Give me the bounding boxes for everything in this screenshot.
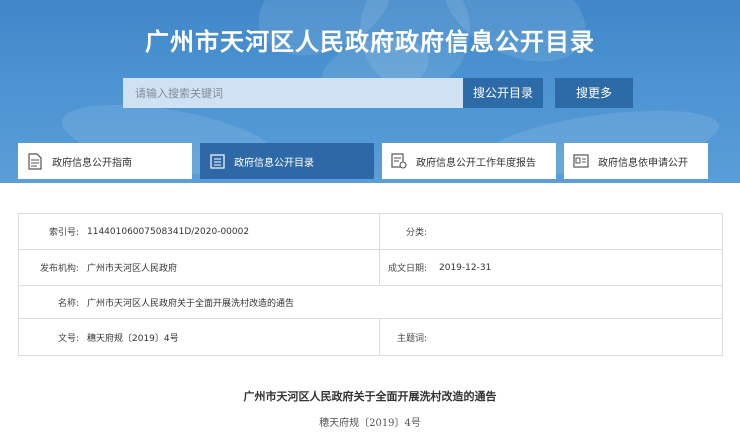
date-label: 成文日期:	[387, 264, 427, 274]
date-value: 2019-12-31	[439, 262, 492, 273]
tab-label: 政府信息公开目录	[234, 157, 314, 169]
tab-application-disclosure[interactable]: 政府信息依申请公开	[564, 143, 708, 179]
publisher-value: 广州市天河区人民政府	[87, 264, 178, 274]
search-input[interactable]	[123, 78, 463, 108]
category-label: 分类:	[405, 228, 427, 238]
report-icon	[390, 151, 408, 171]
index-value: 11440106007508341D/2020-00002	[87, 226, 250, 237]
tab-label: 政府信息公开工作年度报告	[416, 157, 536, 169]
subject-label: 主题词:	[396, 333, 427, 344]
meta-row: 名称: 广州市天河区人民政府关于全面开展洗村改造的通告	[19, 286, 722, 319]
publisher-label: 发布机构:	[39, 264, 79, 274]
docno-value: 穗天府规〔2019〕4号	[87, 333, 179, 344]
tab-disclosure-guide[interactable]: 政府信息公开指南	[18, 143, 192, 179]
meta-row: 发布机构: 广州市天河区人民政府 成文日期: 2019-12-31	[19, 250, 722, 286]
search-more-button[interactable]: 搜更多	[555, 78, 633, 108]
tab-disclosure-catalog[interactable]: 政府信息公开目录	[200, 143, 374, 179]
docno-label: 文号:	[57, 333, 79, 344]
meta-row: 索引号: 11440106007508341D/2020-00002 分类:	[19, 214, 722, 250]
search-catalog-button[interactable]: 搜公开目录	[463, 78, 543, 108]
name-label: 名称:	[57, 298, 79, 309]
form-icon	[572, 151, 590, 171]
nav-tabs: 政府信息公开指南 政府信息公开目录 政府信息公开工作年度报告 政府信息依申请公开	[18, 143, 708, 179]
document-number: 穗天府规〔2019〕4号	[319, 418, 421, 429]
meta-row: 文号: 穗天府规〔2019〕4号 主题词:	[19, 319, 722, 355]
document-title: 广州市天河区人民政府关于全面开展洗村改造的通告	[243, 390, 497, 403]
index-label: 索引号:	[48, 228, 79, 238]
page-title: 广州市天河区人民政府政府信息公开目录	[145, 28, 595, 56]
tab-label: 政府信息公开指南	[52, 157, 132, 169]
tab-annual-report[interactable]: 政府信息公开工作年度报告	[382, 143, 556, 179]
name-value: 广州市天河区人民政府关于全面开展洗村改造的通告	[87, 298, 295, 309]
document-meta-table: 索引号: 11440106007508341D/2020-00002 分类: 发…	[18, 213, 723, 356]
list-icon	[208, 151, 226, 171]
document-icon	[26, 151, 44, 171]
tab-label: 政府信息依申请公开	[598, 157, 688, 169]
